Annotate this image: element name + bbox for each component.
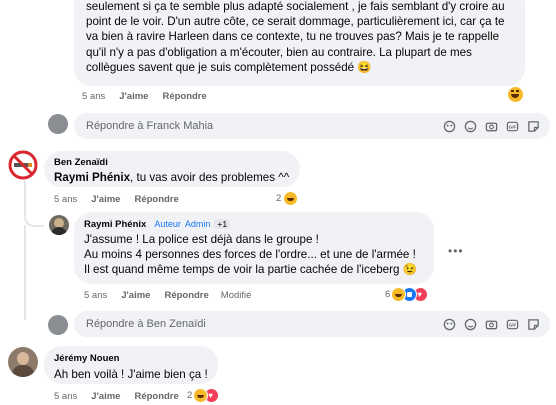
comment-1-line: point de le voir. D'un autre côte, ce se… <box>86 15 505 29</box>
more-badges-button[interactable]: +1 <box>214 219 231 229</box>
raymi-phenix-avatar[interactable] <box>49 215 69 235</box>
comment-3-reactions[interactable]: 6 ♥ <box>385 287 429 302</box>
comment-4-time[interactable]: 5 ans <box>54 391 77 402</box>
comment-1-like-button[interactable]: J'aime <box>119 91 148 102</box>
jeremy-nouen-avatar[interactable] <box>8 347 38 377</box>
comment-3-line: Au moins 4 personnes des forces de l'ord… <box>84 248 416 262</box>
comment-3-reaction-count: 6 <box>385 289 391 300</box>
comment-4-reactions[interactable]: 2 ♥ <box>187 388 220 403</box>
comment-3-text: J'assume ! La police est déjà dans le gr… <box>84 232 417 278</box>
comment-2-reactions[interactable]: 2 <box>276 191 299 206</box>
reply-box-1[interactable]: Répondre à Franck Mahia GIF <box>74 113 550 139</box>
svg-text:GIF: GIF <box>509 124 517 129</box>
reply-input-1[interactable]: Répondre à Franck Mahia <box>74 120 443 132</box>
comment-4-reaction-count: 2 <box>187 390 193 401</box>
comment-2-mention[interactable]: Raymi Phénix <box>54 171 130 184</box>
thread-line <box>24 225 44 320</box>
comment-3-edited[interactable]: Modifié <box>221 290 252 301</box>
haha-reaction-icon <box>283 191 299 206</box>
camera-icon[interactable] <box>485 318 498 331</box>
comment-2-reaction-count: 2 <box>276 193 282 204</box>
reply-input-2[interactable]: Répondre à Ben Zenaïdi <box>74 318 443 330</box>
comment-1-line: qu'il n'y a pas d'obligation a m'écouter… <box>86 45 472 59</box>
comment-3-reply-button[interactable]: Répondre <box>164 290 208 301</box>
sticker-icon[interactable] <box>527 318 540 331</box>
emoji-icon[interactable] <box>464 318 477 331</box>
sticker-icon[interactable] <box>527 120 540 133</box>
comment-1-line: va bien à ravire Harleen dans ce context… <box>86 30 500 44</box>
comment-2-meta: 5 ans J'aime Répondre <box>54 194 179 205</box>
avatar-sticker-icon[interactable] <box>443 318 456 331</box>
comment-3-time[interactable]: 5 ans <box>84 290 107 301</box>
comment-3-header: Raymi Phénix Auteur Admin +1 <box>84 219 231 230</box>
comment-2-like-button[interactable]: J'aime <box>91 194 120 205</box>
comment-3-line: J'assume ! La police est déjà dans le gr… <box>84 233 319 246</box>
comment-2-author[interactable]: Ben Zenaïdi <box>54 157 108 168</box>
svg-text:GIF: GIF <box>509 322 517 327</box>
comment-4-author[interactable]: Jérémy Nouen <box>54 353 119 364</box>
comment-1-time[interactable]: 5 ans <box>82 91 105 102</box>
reply-box-2[interactable]: Répondre à Ben Zenaïdi GIF <box>74 311 550 337</box>
thread-line <box>24 180 44 227</box>
my-avatar <box>48 114 68 134</box>
comment-3-author[interactable]: Raymi Phénix <box>84 219 146 230</box>
comment-1-reaction[interactable] <box>507 86 524 108</box>
avatar-sticker-icon[interactable] <box>443 120 456 133</box>
comment-2-time[interactable]: 5 ans <box>54 194 77 205</box>
comment-1-line: collègues savent que je suis complètemen… <box>86 60 372 74</box>
author-badge: Auteur <box>154 219 181 229</box>
comment-4-meta: 5 ans J'aime Répondre <box>54 391 179 402</box>
gif-icon[interactable]: GIF <box>506 318 519 331</box>
gif-icon[interactable]: GIF <box>506 120 519 133</box>
camera-icon[interactable] <box>485 120 498 133</box>
comment-2-body: , tu vas avoir des problemes ^^ <box>130 171 290 184</box>
comment-4-text: Ah ben voilà ! J'aime bien ça ! <box>54 368 208 381</box>
comment-2-reply-button[interactable]: Répondre <box>134 194 178 205</box>
comment-4-reply-button[interactable]: Répondre <box>134 391 178 402</box>
comment-3-like-button[interactable]: J'aime <box>121 290 150 301</box>
more-options-icon[interactable]: ••• <box>448 244 464 258</box>
comment-1-line: seulement si ça te semble plus adapté so… <box>86 0 505 13</box>
my-avatar <box>48 315 68 335</box>
emoji-icon[interactable] <box>464 120 477 133</box>
comment-1-meta: 5 ans J'aime Répondre <box>82 91 207 102</box>
comment-1-reply-button[interactable]: Répondre <box>162 91 206 102</box>
ben-zenaidi-avatar[interactable] <box>8 150 38 180</box>
comment-4-like-button[interactable]: J'aime <box>91 391 120 402</box>
comment-1-text: seulement si ça te semble plus adapté so… <box>86 0 522 75</box>
haha-reaction-icon <box>507 86 524 103</box>
no-smoking-icon <box>8 150 38 180</box>
comment-2-text: Raymi Phénix, tu vas avoir des problemes… <box>54 170 289 185</box>
comment-3-meta: 5 ans J'aime Répondre Modifié <box>84 290 251 301</box>
admin-badge: Admin <box>184 219 211 229</box>
comment-3-line: Il est quand même temps de voir la parti… <box>84 263 418 277</box>
